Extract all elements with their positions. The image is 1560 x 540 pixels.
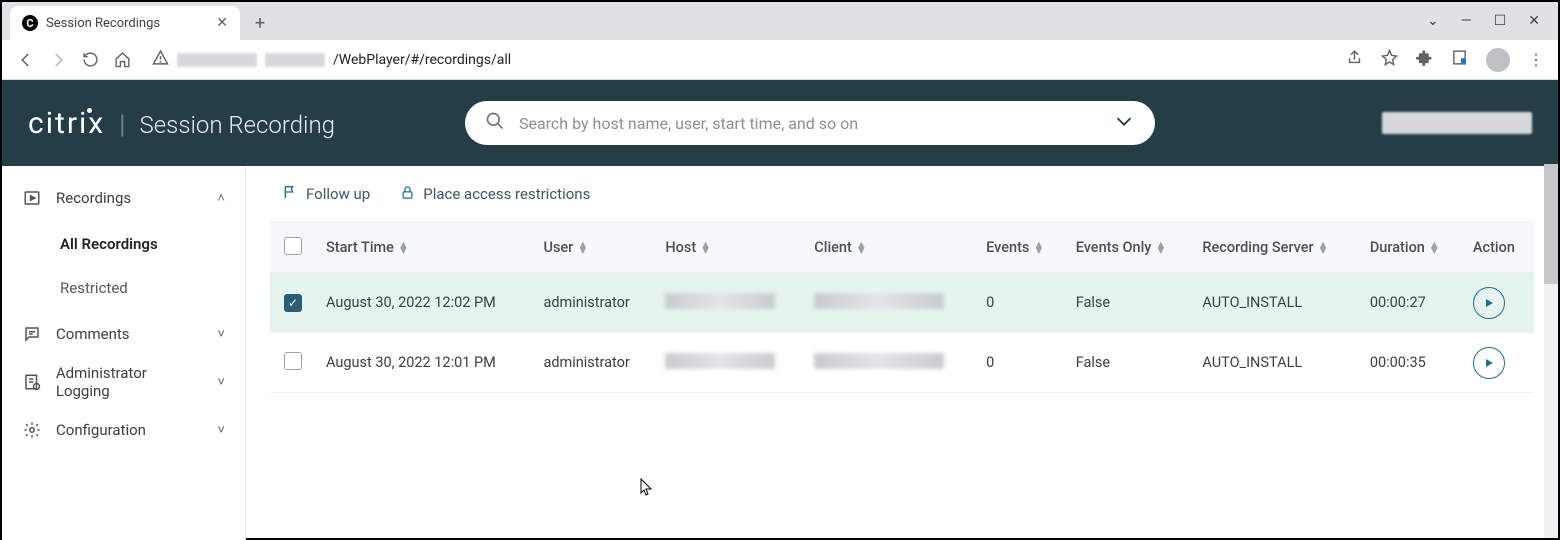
sidebar-item-label: Comments — [56, 325, 130, 343]
browser-tab[interactable]: C Session Recordings ✕ — [10, 6, 240, 40]
col-host[interactable]: Host▲▼ — [655, 223, 804, 273]
flag-icon — [282, 184, 298, 204]
cell-client — [804, 333, 976, 393]
sidebar-item-comments[interactable]: Comments ˅ — [2, 310, 245, 358]
cell-user: administrator — [533, 273, 655, 333]
chevron-down-icon: ˅ — [217, 422, 225, 438]
search-icon — [485, 111, 505, 135]
brand-logo: citrix — [28, 106, 105, 141]
sidebar-item-label: Configuration — [56, 421, 146, 439]
cell-duration: 00:00:35 — [1360, 333, 1463, 393]
sidebar-item-label: Administrator Logging — [56, 364, 204, 400]
redacted-host — [177, 53, 257, 67]
table-row[interactable]: ✓ August 30, 2022 12:02 PM administrator… — [270, 273, 1534, 333]
sidebar: Recordings ˄ All Recordings Restricted C… — [2, 166, 246, 540]
select-all-checkbox[interactable] — [284, 237, 302, 255]
follow-up-button[interactable]: Follow up — [282, 184, 370, 204]
window-controls: ⌄ ― ☐ ✕ — [1409, 2, 1558, 40]
cell-events: 0 — [976, 333, 1066, 393]
cell-server: AUTO_INSTALL — [1192, 333, 1359, 393]
col-start[interactable]: Start Time▲▼ — [316, 223, 533, 273]
sidebar-item-all-recordings[interactable]: All Recordings — [2, 222, 245, 266]
search-bar[interactable] — [465, 101, 1155, 145]
col-events[interactable]: Events▲▼ — [976, 223, 1066, 273]
play-button[interactable] — [1473, 287, 1505, 319]
share-icon[interactable] — [1346, 49, 1363, 70]
cell-events-only: False — [1066, 273, 1193, 333]
product-name: Session Recording — [140, 111, 335, 139]
sidebar-item-configuration[interactable]: Configuration ˅ — [2, 406, 245, 454]
cell-start: August 30, 2022 12:02 PM — [316, 273, 533, 333]
cell-host — [655, 333, 804, 393]
table-row[interactable]: August 30, 2022 12:01 PM administrator 0… — [270, 333, 1534, 393]
bookmark-icon[interactable] — [1381, 49, 1398, 70]
brand-separator: | — [119, 110, 125, 140]
forward-icon[interactable] — [48, 50, 68, 70]
row-checkbox[interactable] — [284, 352, 302, 370]
maximize-icon[interactable]: ☐ — [1494, 13, 1507, 29]
log-icon — [22, 372, 42, 392]
minimize-icon[interactable]: ― — [1461, 13, 1472, 29]
restrict-button[interactable]: Place access restrictions — [400, 185, 590, 204]
col-user[interactable]: User▲▼ — [533, 223, 655, 273]
mouse-cursor — [640, 478, 654, 500]
search-input[interactable] — [519, 114, 1113, 133]
reload-icon[interactable] — [80, 50, 100, 70]
window-close-icon[interactable]: ✕ — [1528, 13, 1540, 29]
tab-search-icon[interactable]: ⌄ — [1427, 13, 1439, 29]
cell-server: AUTO_INSTALL — [1192, 273, 1359, 333]
play-box-icon — [22, 188, 42, 208]
col-duration[interactable]: Duration▲▼ — [1360, 223, 1463, 273]
comment-icon — [22, 324, 42, 344]
profile-avatar[interactable] — [1486, 48, 1510, 72]
address-bar[interactable]: /WebPlayer/#/recordings/all — [144, 45, 1334, 75]
col-action: Action — [1463, 223, 1534, 273]
chevron-down-icon[interactable] — [1113, 110, 1135, 136]
recordings-table: Start Time▲▼ User▲▼ Host▲▼ Client▲▼ Even… — [270, 222, 1534, 393]
sidebar-item-recordings[interactable]: Recordings ˄ — [2, 174, 245, 222]
redacted-path1 — [265, 53, 325, 67]
sidebar-item-label: Recordings — [56, 189, 131, 207]
kebab-icon[interactable]: ⋮ — [1528, 50, 1544, 69]
app-header: citrix | Session Recording — [2, 80, 1558, 166]
cell-events-only: False — [1066, 333, 1193, 393]
browser-chrome: C Session Recordings ✕ + ⌄ ― ☐ ✕ — [2, 2, 1558, 80]
chevron-down-icon: ˅ — [217, 326, 225, 342]
tab-favicon: C — [22, 15, 38, 31]
cell-duration: 00:00:27 — [1360, 273, 1463, 333]
chevron-up-icon: ˄ — [217, 190, 225, 206]
content-area: Follow up Place access restrictions Star… — [246, 166, 1558, 540]
cell-events: 0 — [976, 273, 1066, 333]
close-icon[interactable]: ✕ — [216, 15, 228, 31]
new-tab-button[interactable]: + — [246, 9, 274, 37]
not-secure-icon — [152, 49, 169, 70]
extensions-icon[interactable] — [1416, 49, 1433, 70]
chevron-down-icon: ˅ — [217, 374, 225, 390]
sidebar-item-admin-logging[interactable]: Administrator Logging ˅ — [2, 358, 245, 406]
play-button[interactable] — [1473, 347, 1505, 379]
cell-host — [655, 273, 804, 333]
scrollbar[interactable] — [1544, 164, 1558, 538]
sidebar-item-restricted[interactable]: Restricted — [2, 266, 245, 310]
url-suffix: /WebPlayer/#/recordings/all — [333, 52, 511, 68]
cell-client — [804, 273, 976, 333]
cell-start: August 30, 2022 12:01 PM — [316, 333, 533, 393]
reading-list-icon[interactable] — [1451, 49, 1468, 70]
col-client[interactable]: Client▲▼ — [804, 223, 976, 273]
back-icon[interactable] — [16, 50, 36, 70]
tab-title: Session Recordings — [46, 16, 160, 31]
row-checkbox[interactable]: ✓ — [284, 294, 302, 312]
gear-icon — [22, 420, 42, 440]
cell-user: administrator — [533, 333, 655, 393]
lock-icon — [400, 185, 415, 204]
home-icon[interactable] — [112, 50, 132, 70]
col-server[interactable]: Recording Server▲▼ — [1192, 223, 1359, 273]
redacted-user-area[interactable] — [1382, 112, 1532, 134]
col-events-only[interactable]: Events Only▲▼ — [1066, 223, 1193, 273]
